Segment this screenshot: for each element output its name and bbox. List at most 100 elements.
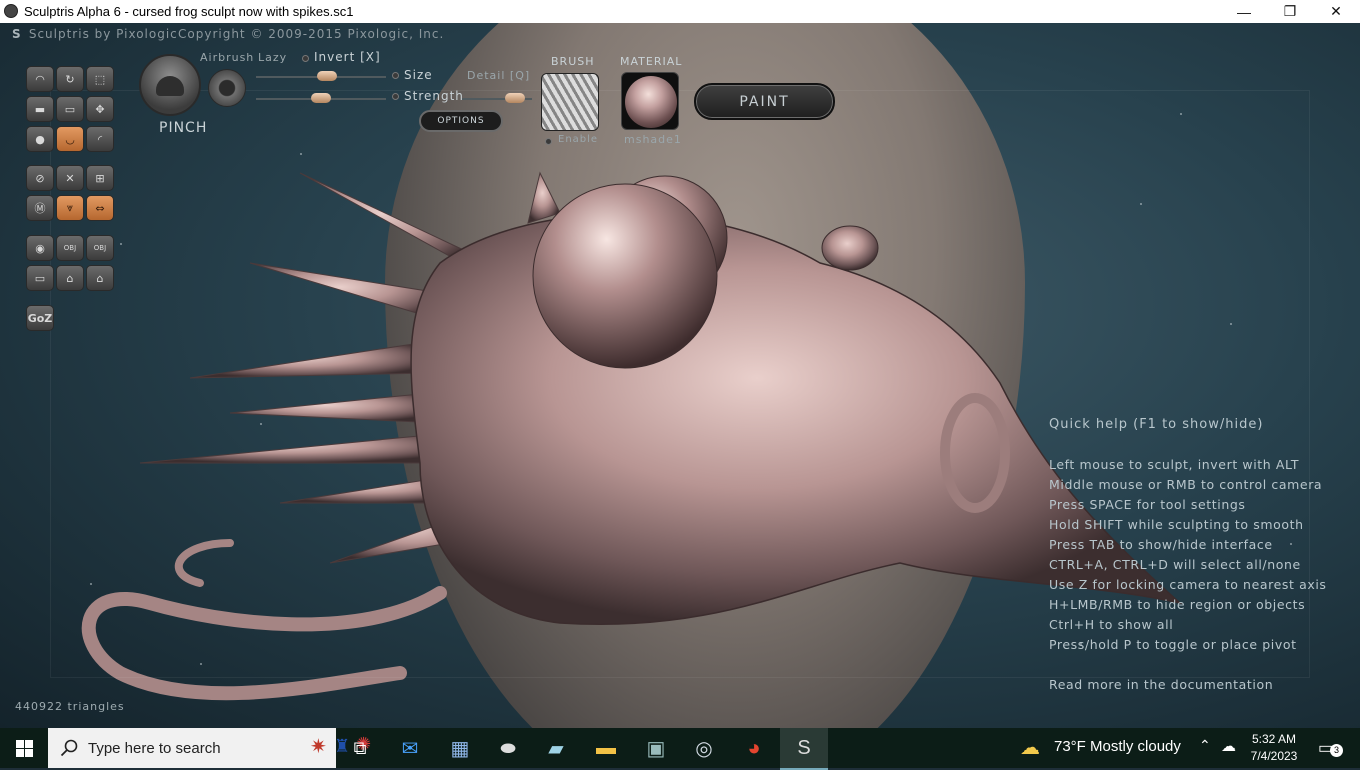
sculptris-icon: S: [797, 736, 811, 759]
symmetry-button[interactable]: ⊘: [26, 165, 54, 191]
invert-toggle[interactable]: [302, 55, 309, 62]
size-label: Size: [404, 68, 433, 82]
active-brush-label: PINCH: [159, 120, 208, 136]
clock-date: 7/4/2023: [1250, 749, 1298, 763]
detail-slider-knob[interactable]: [504, 93, 525, 103]
mail-icon: ✉: [401, 737, 419, 760]
notification-count-badge: 3: [1330, 744, 1343, 757]
material-thumbnail[interactable]: [621, 72, 679, 130]
partly-cloudy-icon: ☁: [1020, 737, 1040, 759]
close-button[interactable]: ✕: [1313, 0, 1359, 23]
import-obj-button[interactable]: OBJ: [56, 235, 84, 261]
weather-widget[interactable]: 73°F Mostly cloudy: [1054, 738, 1181, 755]
new-sphere-button[interactable]: ◉: [26, 235, 54, 261]
title-bar: Sculptris Alpha 6 - cursed frog sculpt n…: [0, 0, 1360, 23]
smooth-icon: ◜: [97, 132, 103, 146]
lazy-label: Lazy: [258, 51, 288, 64]
steam-taskbar-button[interactable]: ◎: [690, 734, 718, 762]
windows-taskbar: Type here to search ✷ ♜ ✺ ⧉ ✉ ▦ ⬬ ▰ ▬ ▣ …: [0, 728, 1360, 770]
help-line: Ctrl+H to show all: [1049, 617, 1174, 632]
active-brush-button[interactable]: [139, 54, 201, 116]
notebook-icon: ▰: [548, 737, 564, 760]
help-line: Press TAB to show/hide interface: [1049, 537, 1273, 552]
grab-tool-button[interactable]: ✥: [86, 96, 114, 122]
scale-tool-button[interactable]: ⬚: [86, 66, 114, 92]
save-file-button[interactable]: ⌂: [86, 265, 114, 291]
window-title: Sculptris Alpha 6 - cursed frog sculpt n…: [24, 4, 354, 19]
paint-mode-button[interactable]: PAINT: [694, 83, 835, 120]
help-line: Use Z for locking camera to nearest axis: [1049, 577, 1327, 592]
help-line: Hold SHIFT while sculpting to smooth: [1049, 517, 1304, 532]
crease-icon: ▭: [64, 102, 76, 116]
goz-button[interactable]: GoZ: [26, 305, 54, 331]
folder-icon: ▬: [596, 736, 616, 759]
draw-tool-button[interactable]: ◠: [26, 66, 54, 92]
notification-center-button[interactable]: ▭ 3: [1316, 738, 1343, 758]
clock-time: 5:32 AM: [1251, 732, 1297, 746]
sculptris-logo-icon: S: [12, 27, 22, 41]
taskbar-search-box[interactable]: Type here to search ✷ ♜ ✺: [48, 728, 371, 768]
inflate-tool-button[interactable]: ●: [26, 126, 54, 152]
search-placeholder: Type here to search: [88, 740, 221, 757]
minimize-button[interactable]: —: [1221, 0, 1267, 23]
open-file-icon: ⌂: [66, 271, 74, 285]
rotate-tool-button[interactable]: ↻: [56, 66, 84, 92]
photos-taskbar-button[interactable]: ▣: [642, 734, 670, 762]
pinch-tool-button[interactable]: ◡: [56, 126, 84, 152]
size-slider-knob[interactable]: [316, 71, 337, 81]
file-explorer-taskbar-button[interactable]: ▬: [592, 734, 620, 762]
strength-slider-knob[interactable]: [311, 93, 331, 103]
flatten-tool-button[interactable]: ▬: [26, 96, 54, 122]
copyright-text: Copyright © 2009-2015 Pixologic, Inc.: [178, 27, 445, 41]
smooth-tool-button[interactable]: ◜: [86, 126, 114, 152]
airbrush-toggle[interactable]: [208, 69, 246, 107]
wireframe-icon: ⩔: [66, 201, 74, 214]
network-icon[interactable]: ☁: [1221, 737, 1236, 755]
search-icon: [60, 739, 78, 757]
material-section-label: MATERIAL: [620, 55, 683, 68]
mail-taskbar-button[interactable]: ✉: [396, 734, 424, 762]
read-more-link[interactable]: Read more in the documentation: [1049, 677, 1273, 692]
drive-taskbar-button[interactable]: ⬬: [494, 734, 522, 762]
mask-icon: Ⓜ: [34, 202, 46, 215]
brush-enable-label: Enable: [558, 134, 599, 145]
export-obj-button[interactable]: OBJ: [86, 235, 114, 261]
strength-label: Strength: [404, 89, 464, 103]
sculptris-app-icon: [4, 4, 18, 18]
help-line: Press SPACE for tool settings: [1049, 497, 1246, 512]
crease-tool-button[interactable]: ▭: [56, 96, 84, 122]
task-view-button[interactable]: ⧉: [346, 734, 374, 762]
chrome-taskbar-button[interactable]: ◕: [740, 734, 768, 762]
mask-button[interactable]: Ⓜ: [26, 195, 54, 221]
notebook-taskbar-button[interactable]: ▰: [542, 734, 570, 762]
new-plane-button[interactable]: ▭: [26, 265, 54, 291]
chevron-up-icon[interactable]: ⌃: [1199, 737, 1211, 754]
brush-enable-toggle[interactable]: [545, 138, 552, 145]
open-file-button[interactable]: ⌂: [56, 265, 84, 291]
mirror-button[interactable]: ⇔: [86, 195, 114, 221]
maximize-button[interactable]: ❐: [1267, 0, 1313, 23]
brush-texture-thumbnail[interactable]: [541, 73, 599, 131]
options-button[interactable]: OPTIONS: [419, 110, 503, 132]
start-button[interactable]: [0, 728, 48, 768]
system-clock[interactable]: 5:32 AM 7/4/2023: [1244, 731, 1304, 765]
move-icon: ✥: [95, 102, 105, 116]
sculptris-taskbar-button[interactable]: S: [780, 728, 828, 770]
triangle-count: 440922 triangles: [15, 700, 125, 713]
steam-icon: ◎: [695, 737, 713, 760]
windows-logo-icon: [15, 739, 33, 757]
photos-icon: ▣: [646, 737, 666, 760]
calculator-taskbar-button[interactable]: ▦: [446, 734, 474, 762]
wireframe-button[interactable]: ⩔: [56, 195, 84, 221]
quick-help-title: Quick help (F1 to show/hide): [1049, 417, 1264, 432]
plane-icon: ▭: [34, 271, 46, 285]
sculpt-viewport[interactable]: S Sculptris by Pixologic Copyright © 200…: [0, 23, 1360, 728]
subdivide-button[interactable]: ⊞: [86, 165, 114, 191]
pinch-icon: ◡: [65, 132, 75, 146]
cross-icon: ✕: [65, 171, 75, 185]
save-file-icon: ⌂: [96, 271, 104, 285]
help-line: CTRL+A, CTRL+D will select all/none: [1049, 557, 1301, 572]
help-line: Left mouse to sculpt, invert with ALT: [1049, 457, 1300, 472]
detail-label: Detail [Q]: [467, 69, 531, 82]
reduce-selected-button[interactable]: ✕: [56, 165, 84, 191]
